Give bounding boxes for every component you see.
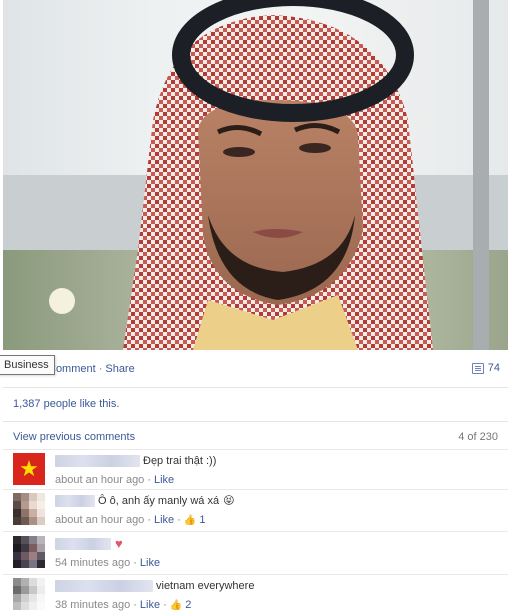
avatar[interactable]: [13, 493, 45, 525]
heart-icon: ♥: [115, 536, 123, 551]
comment-time[interactable]: 38 minutes ago: [55, 599, 130, 611]
comment-item: ♥ 54 minutes ago · Like: [3, 536, 508, 572]
comment-icon: [471, 362, 484, 374]
avatar[interactable]: ★: [13, 453, 45, 485]
blurred-author-name[interactable]: [55, 495, 95, 507]
like-link[interactable]: Like: [140, 557, 160, 569]
share-link[interactable]: Share: [105, 363, 134, 375]
portrait-illustration: [123, 0, 433, 350]
comments-pagination: 4 of 230: [458, 431, 498, 443]
comment-text: Đẹp trai thật :)): [143, 455, 217, 467]
comment-item: ★ Đẹp trai thật :)) about an hour ago · Li…: [3, 453, 508, 489]
comment-time[interactable]: about an hour ago: [55, 474, 144, 486]
likes-summary: 1,387 people like this.: [3, 388, 508, 422]
like-link[interactable]: Like: [154, 514, 174, 526]
post-action-bar: Comment · Share 74: [3, 350, 508, 388]
avatar[interactable]: [13, 536, 45, 568]
comment-text: vietnam everywhere: [156, 580, 255, 592]
comment-count-value: 74: [487, 362, 500, 374]
like-count[interactable]: 2: [185, 599, 191, 611]
blurred-author-name[interactable]: [55, 580, 153, 592]
thumbs-up-icon: 👍: [183, 515, 197, 526]
divider: [3, 531, 508, 532]
divider: [3, 574, 508, 575]
post-photo[interactable]: [3, 0, 508, 350]
blurred-author-name[interactable]: [55, 538, 111, 550]
like-link[interactable]: Like: [140, 599, 160, 611]
comment-count[interactable]: 74: [471, 362, 500, 374]
comment-item: vietnam everywhere 38 minutes ago · Like · 👍…: [3, 578, 508, 612]
blurred-author-name[interactable]: [55, 455, 140, 467]
divider: [3, 489, 508, 490]
like-link[interactable]: Like: [154, 474, 174, 486]
thumbs-up-icon: 👍: [169, 600, 183, 611]
comment-time[interactable]: about an hour ago: [55, 514, 144, 526]
likes-text[interactable]: 1,387 people like this.: [13, 398, 119, 410]
action-links: Comment · Share: [48, 363, 135, 375]
comment-text: Ô ô, anh ấy manly wá xá: [98, 495, 220, 507]
like-count[interactable]: 1: [199, 514, 205, 526]
emoticon-icon: 😝: [223, 495, 235, 507]
business-tooltip: Business: [0, 355, 55, 375]
avatar[interactable]: [13, 578, 45, 610]
star-icon: ★: [19, 456, 39, 481]
comment-link[interactable]: Comment: [48, 363, 96, 375]
view-previous-comments-link[interactable]: View previous comments: [13, 431, 135, 443]
separator-dot: ·: [98, 363, 103, 375]
comment-item: Ô ô, anh ấy manly wá xá 😝 about an hour …: [3, 493, 508, 529]
previous-comments-bar: View previous comments 4 of 230: [3, 422, 508, 450]
comment-time[interactable]: 54 minutes ago: [55, 557, 130, 569]
